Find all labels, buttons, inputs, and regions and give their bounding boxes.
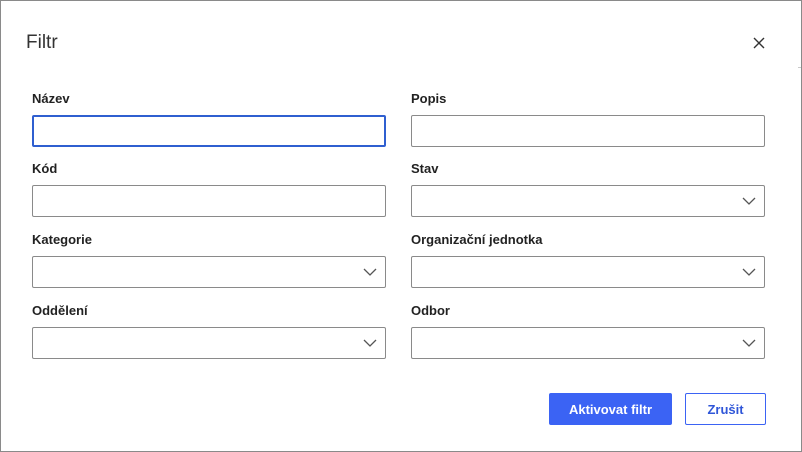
chevron-down-icon[interactable] <box>742 338 756 348</box>
close-icon[interactable] <box>753 37 765 49</box>
kod-input[interactable] <box>33 186 385 216</box>
dialog-title: Filtr <box>26 32 58 53</box>
stav-label: Stav <box>411 161 439 176</box>
kategorie-label: Kategorie <box>32 232 92 247</box>
nazev-label: Název <box>32 91 70 106</box>
oddeleni-label: Oddělení <box>32 303 88 318</box>
oddeleni-select[interactable] <box>32 327 386 359</box>
cancel-button[interactable]: Zrušit <box>685 393 766 425</box>
close-button[interactable] <box>748 32 770 54</box>
divider <box>798 67 801 68</box>
kod-input-box[interactable] <box>32 185 386 217</box>
field-kategorie: Kategorie <box>32 232 386 288</box>
field-odbor: Odbor <box>411 303 765 359</box>
odbor-label: Odbor <box>411 303 450 318</box>
kategorie-select[interactable] <box>32 256 386 288</box>
apply-filter-button[interactable]: Aktivovat filtr <box>549 393 672 425</box>
nazev-input-box[interactable] <box>32 115 386 147</box>
organizacni-jednotka-label: Organizační jednotka <box>411 232 543 247</box>
popis-input[interactable] <box>412 116 764 146</box>
field-popis: Popis <box>411 91 765 147</box>
filter-dialog: Filtr Název Popis Kód Stav Kategorie Org… <box>0 0 802 452</box>
field-kod: Kód <box>32 161 386 217</box>
odbor-select[interactable] <box>411 327 765 359</box>
chevron-down-icon[interactable] <box>742 196 756 206</box>
popis-input-box[interactable] <box>411 115 765 147</box>
field-nazev: Název <box>32 91 386 147</box>
field-stav: Stav <box>411 161 765 217</box>
field-oddeleni: Oddělení <box>32 303 386 359</box>
stav-select[interactable] <box>411 185 765 217</box>
chevron-down-icon[interactable] <box>363 338 377 348</box>
nazev-input[interactable] <box>34 117 384 145</box>
organizacni-jednotka-select[interactable] <box>411 256 765 288</box>
popis-label: Popis <box>411 91 447 106</box>
chevron-down-icon[interactable] <box>363 267 377 277</box>
field-organizacni-jednotka: Organizační jednotka <box>411 232 765 288</box>
chevron-down-icon[interactable] <box>742 267 756 277</box>
kod-label: Kód <box>32 161 58 176</box>
